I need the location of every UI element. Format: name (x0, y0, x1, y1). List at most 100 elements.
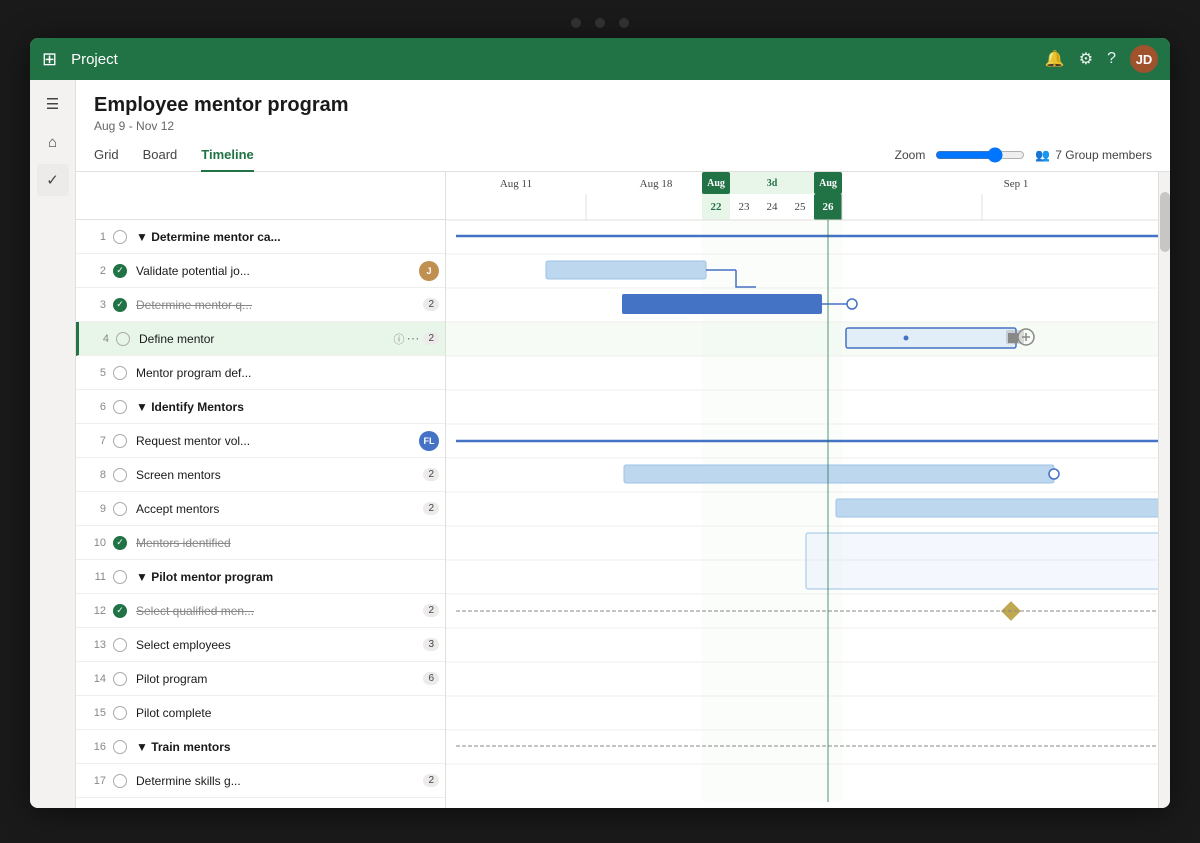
row-name: Request mentor vol... (130, 434, 415, 448)
row-check[interactable] (110, 570, 130, 584)
project-title: Employee mentor program (94, 94, 1152, 117)
svg-text:26: 26 (823, 201, 835, 213)
row-badge: 2 (423, 468, 439, 481)
row-avatar: J (419, 261, 439, 281)
row-num: 13 (82, 639, 106, 651)
camera-dot-2 (595, 18, 605, 28)
table-row[interactable]: 1 ▼ Determine mentor ca... (76, 220, 445, 254)
row-check[interactable] (110, 400, 130, 414)
table-row[interactable]: 2 Validate potential jo... J (76, 254, 445, 288)
table-row[interactable]: 7 Request mentor vol... FL (76, 424, 445, 458)
row-name: ▼ Train mentors (130, 740, 439, 754)
row-num: 9 (82, 503, 106, 515)
table-row[interactable]: 10 Mentors identified (76, 526, 445, 560)
row-name: Select qualified men... (130, 604, 419, 618)
table-row[interactable]: 17 Determine skills g... 2 (76, 764, 445, 798)
row-check[interactable] (110, 638, 130, 652)
row-check[interactable] (113, 332, 133, 346)
table-row[interactable]: 4 Define mentor ⓘ ⋯ 2 (76, 322, 445, 356)
scrollbar-thumb[interactable] (1160, 192, 1170, 252)
svg-text:23: 23 (739, 201, 751, 213)
tab-board[interactable]: Board (143, 139, 178, 172)
row-name: Pilot complete (130, 706, 439, 720)
table-row[interactable]: 12 Select qualified men... 2 (76, 594, 445, 628)
table-row[interactable]: 16 ▼ Train mentors (76, 730, 445, 764)
task-list-header (76, 172, 445, 220)
tab-timeline[interactable]: Timeline (201, 139, 254, 172)
bell-icon[interactable]: 🔔 (1045, 49, 1065, 69)
table-row[interactable]: 5 Mentor program def... (76, 356, 445, 390)
svg-text:Aug 18: Aug 18 (640, 178, 673, 190)
row-name: Select employees (130, 638, 419, 652)
row-name: Mentors identified (130, 536, 439, 550)
table-row[interactable]: 6 ▼ Identify Mentors (76, 390, 445, 424)
row-name: Mentor program def... (130, 366, 439, 380)
more-icon[interactable]: ⋯ (406, 331, 419, 347)
group-members[interactable]: 👥 7 Group members (1035, 148, 1152, 162)
row-num: 11 (82, 571, 106, 583)
row-num: 17 (82, 775, 106, 787)
row-num: 12 (82, 605, 106, 617)
row-check[interactable] (110, 672, 130, 686)
info-icon[interactable]: ⓘ (393, 331, 404, 347)
sidebar-home-icon[interactable]: ⌂ (37, 126, 69, 158)
row-num: 1 (82, 231, 106, 243)
row-name: Screen mentors (130, 468, 419, 482)
app-title: Project (71, 51, 1045, 68)
row-check[interactable] (110, 298, 130, 312)
row-badge: 3 (423, 638, 439, 651)
row-check[interactable] (110, 774, 130, 788)
scrollbar[interactable] (1158, 172, 1170, 808)
tabs-row: Grid Board Timeline Zoom 👥 7 Group membe… (76, 139, 1170, 172)
row-num: 16 (82, 741, 106, 753)
gantt-chart: Aug 11 Aug 18 Aug 3d Au (446, 172, 1170, 802)
row-num: 3 (82, 299, 106, 311)
waffle-icon[interactable]: ⊞ (42, 49, 57, 70)
row-num: 6 (82, 401, 106, 413)
row-num: 7 (82, 435, 106, 447)
camera-dot-1 (571, 18, 581, 28)
svg-text:Sep 1: Sep 1 (1004, 178, 1029, 190)
table-row[interactable]: 13 Select employees 3 (76, 628, 445, 662)
row-check[interactable] (110, 740, 130, 754)
row-num: 5 (82, 367, 106, 379)
task-list: 1 ▼ Determine mentor ca... 2 Validate po… (76, 172, 446, 808)
avatar[interactable]: JD (1130, 45, 1158, 73)
row-check[interactable] (110, 366, 130, 380)
row-num: 4 (85, 333, 109, 345)
svg-text:24: 24 (767, 201, 779, 213)
row-name: Define mentor (133, 332, 389, 346)
table-row[interactable]: 11 ▼ Pilot mentor program (76, 560, 445, 594)
sidebar-narrow: ☰ ⌂ ✓ (30, 80, 76, 808)
row-name: ▼ Determine mentor ca... (130, 230, 439, 244)
row-name: Determine skills g... (130, 774, 419, 788)
row-check[interactable] (110, 264, 130, 278)
top-nav: ⊞ Project 🔔 ⚙ ? JD (30, 38, 1170, 80)
zoom-slider[interactable] (935, 147, 1025, 163)
sidebar-check-icon[interactable]: ✓ (37, 164, 69, 196)
group-members-count: 7 Group members (1055, 148, 1152, 162)
table-row[interactable]: 14 Pilot program 6 (76, 662, 445, 696)
table-row[interactable]: 15 Pilot complete (76, 696, 445, 730)
row-check[interactable] (110, 706, 130, 720)
row-num: 15 (82, 707, 106, 719)
gantt-area[interactable]: Aug 11 Aug 18 Aug 3d Au (446, 172, 1170, 808)
camera-dot-3 (619, 18, 629, 28)
svg-text:Aug: Aug (707, 178, 725, 189)
row-check[interactable] (110, 230, 130, 244)
row-check[interactable] (110, 604, 130, 618)
gear-icon[interactable]: ⚙ (1079, 49, 1093, 69)
row-badge: 2 (423, 332, 439, 345)
row-check[interactable] (110, 468, 130, 482)
row-check[interactable] (110, 434, 130, 448)
sidebar-menu-icon[interactable]: ☰ (37, 88, 69, 120)
table-row[interactable]: 3 Determine mentor q... 2 (76, 288, 445, 322)
row-check[interactable] (110, 536, 130, 550)
table-row[interactable]: 9 Accept mentors 2 (76, 492, 445, 526)
row-check[interactable] (110, 502, 130, 516)
row-badge: 6 (423, 672, 439, 685)
tab-grid[interactable]: Grid (94, 139, 119, 172)
table-row[interactable]: 8 Screen mentors 2 (76, 458, 445, 492)
help-icon[interactable]: ? (1107, 50, 1116, 68)
project-dates: Aug 9 - Nov 12 (94, 119, 1152, 133)
